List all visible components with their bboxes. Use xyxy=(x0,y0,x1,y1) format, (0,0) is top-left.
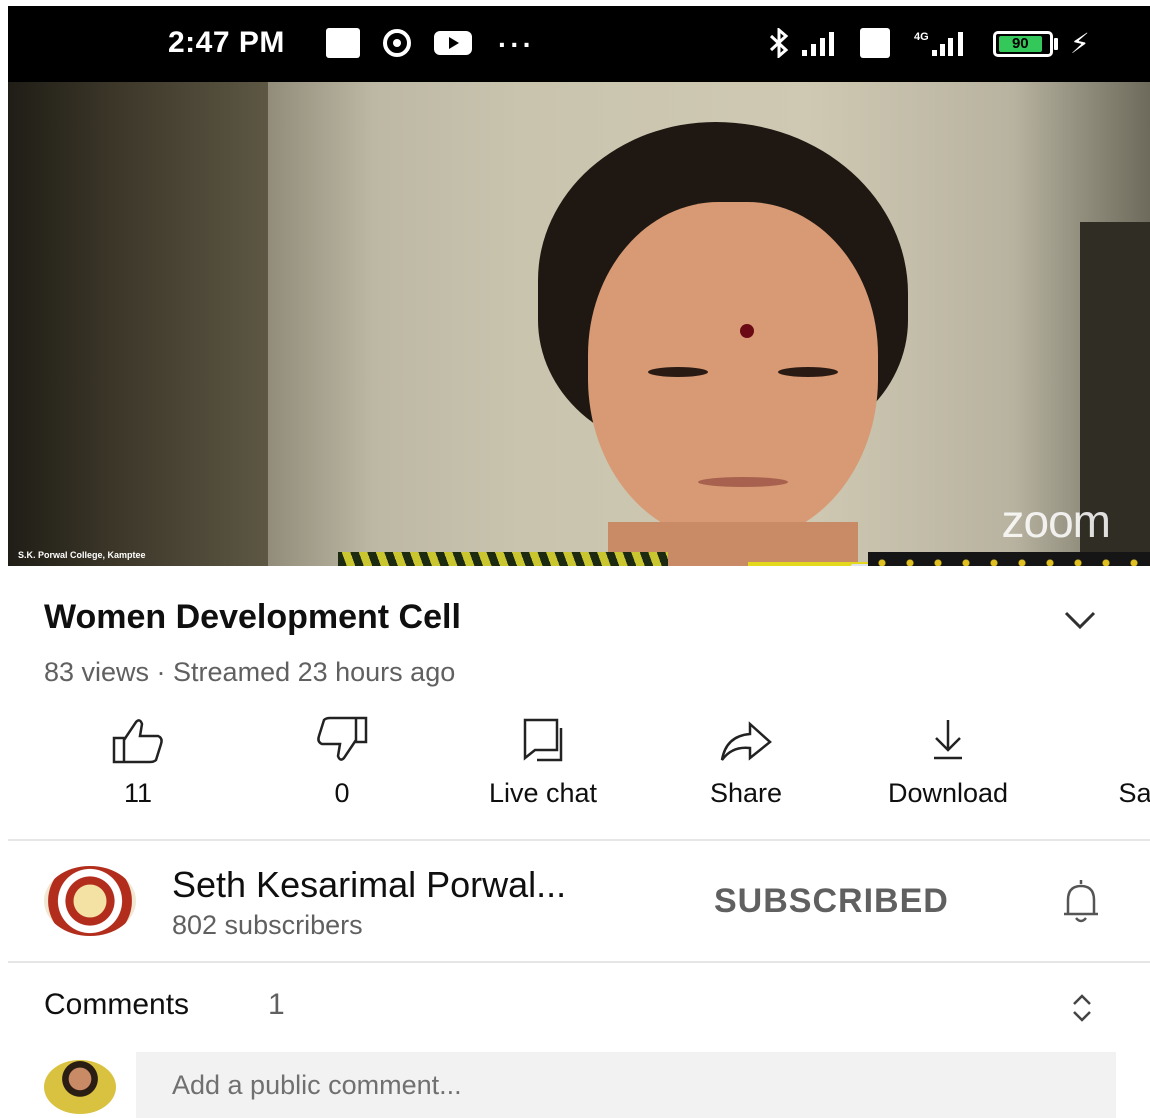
sync-icon xyxy=(380,28,414,58)
download-icon xyxy=(934,720,962,760)
channel-subscribers: 802 subscribers xyxy=(172,910,363,940)
video-background-shelf xyxy=(8,82,268,566)
user-avatar xyxy=(44,1060,116,1114)
comment-input[interactable] xyxy=(136,1052,1116,1118)
status-time: 2:47 PM xyxy=(168,26,285,59)
comments-count: 1 xyxy=(268,988,285,1021)
video-person-eye-right xyxy=(778,367,838,377)
video-player[interactable]: S.K. Porwal College, Kamptee zoom xyxy=(8,82,1150,566)
like-count: 11 xyxy=(123,778,153,808)
video-meta: 83 views · Streamed 23 hours ago xyxy=(44,657,456,687)
download-button[interactable]: Download xyxy=(848,712,1048,809)
comments-header[interactable]: Comments xyxy=(44,988,189,1022)
share-label: Share xyxy=(709,778,783,808)
download-label: Download xyxy=(887,778,1009,808)
expand-icon[interactable] xyxy=(1068,990,1096,1026)
thumbs-down-icon xyxy=(317,716,368,761)
video-person-bindi xyxy=(740,324,754,338)
dislike-count: 0 xyxy=(334,778,350,808)
live-chat-icon xyxy=(523,718,563,762)
live-chat-label: Live chat xyxy=(488,778,598,808)
video-person-mouth xyxy=(698,477,788,487)
charging-icon: ⚡ xyxy=(1070,28,1090,59)
signal-icon xyxy=(800,28,844,58)
lte-signal-icon: 4G xyxy=(914,28,970,58)
live-chat-button[interactable]: Live chat xyxy=(443,712,643,809)
bluetooth-icon xyxy=(768,28,790,58)
channel-avatar[interactable] xyxy=(44,866,136,936)
video-person-saree-print xyxy=(868,552,1150,566)
svg-text:4G: 4G xyxy=(914,31,929,43)
share-icon xyxy=(720,721,772,761)
video-title[interactable]: Women Development Cell xyxy=(44,598,461,637)
status-bar: 2:47 PM ··· 4G 90 ⚡ xyxy=(8,6,1150,82)
battery-level: 90 xyxy=(999,36,1042,52)
divider xyxy=(8,839,1150,841)
chevron-down-icon[interactable] xyxy=(1060,605,1100,635)
save-button[interactable]: Sa xyxy=(1035,712,1150,809)
youtube-icon xyxy=(433,28,473,58)
video-person-saree xyxy=(338,552,668,566)
zoom-logo: zoom xyxy=(1001,495,1111,547)
volte-icon xyxy=(860,28,890,58)
channel-name[interactable]: Seth Kesarimal Porwal... xyxy=(172,864,566,906)
save-label: Sa xyxy=(1118,778,1150,808)
bell-icon[interactable] xyxy=(1054,874,1108,928)
usb-icon xyxy=(326,28,360,58)
video-watermark: S.K. Porwal College, Kamptee xyxy=(18,550,146,560)
share-button[interactable]: Share xyxy=(646,712,846,809)
dislike-button[interactable]: 0 xyxy=(242,712,442,809)
more-notifications: ··· xyxy=(498,29,535,60)
subscribed-button[interactable]: SUBSCRIBED xyxy=(714,882,949,921)
like-button[interactable]: 11 xyxy=(38,712,238,809)
divider xyxy=(8,961,1150,963)
action-row: 11 0 Live chat Share Download Sa xyxy=(0,712,1150,822)
battery-icon: 90 xyxy=(993,31,1053,57)
thumbs-up-icon xyxy=(112,719,163,764)
video-person-eye-left xyxy=(648,367,708,377)
battery-cap xyxy=(1054,38,1058,50)
save-icon xyxy=(1105,712,1150,768)
